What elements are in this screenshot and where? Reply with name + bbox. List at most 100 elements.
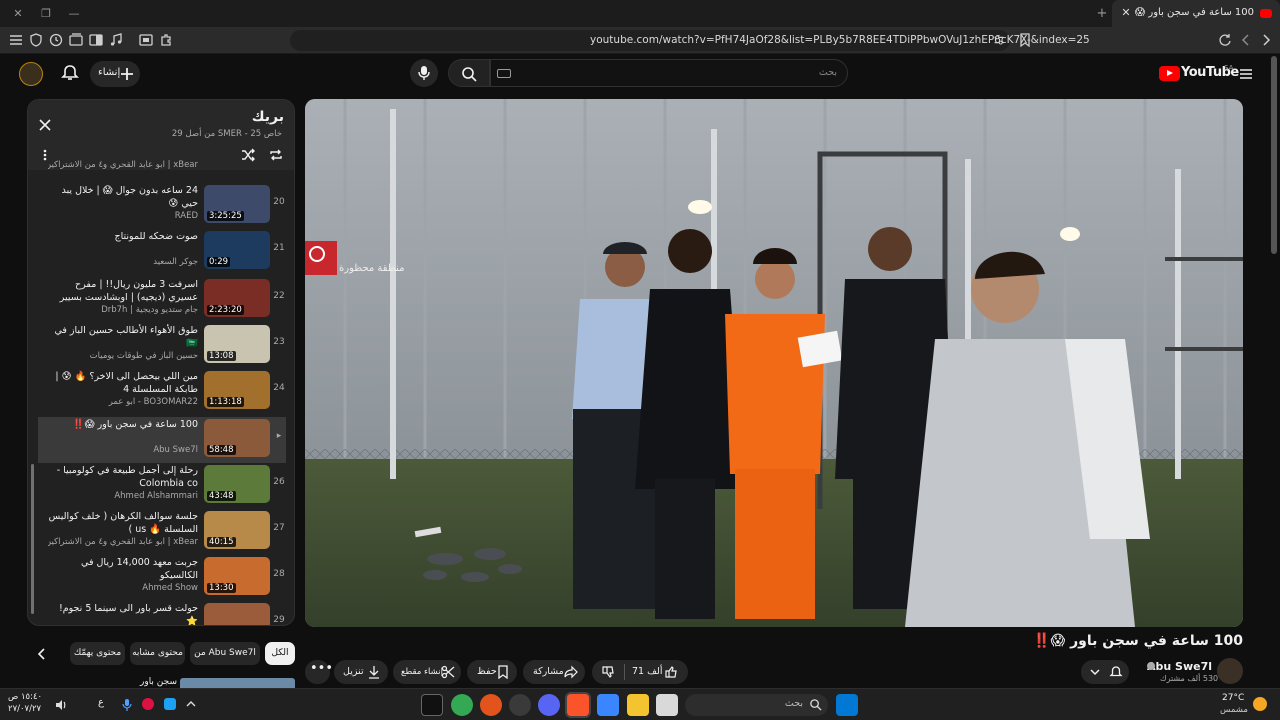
epic-games-icon[interactable] bbox=[421, 694, 443, 716]
playlist-item[interactable]: 21 0:29 صوت ضحكه للمونتاج جوكر السعيد bbox=[38, 229, 286, 275]
tabs-icon[interactable] bbox=[68, 32, 84, 48]
dislike-icon[interactable] bbox=[601, 665, 615, 679]
chip-all[interactable]: الكل bbox=[265, 642, 295, 665]
mic-tray-icon[interactable] bbox=[122, 698, 132, 712]
like-icon[interactable] bbox=[664, 665, 678, 679]
next-video-title[interactable]: سجن باور bbox=[140, 677, 177, 687]
address-bar-url[interactable]: youtube.com/watch?v=PfH74JaOf28&list=PLB… bbox=[590, 34, 1090, 46]
more-actions-button[interactable]: ••• bbox=[305, 660, 333, 684]
notifications-bell-icon[interactable] bbox=[60, 63, 80, 83]
sidebar-icon[interactable] bbox=[88, 32, 104, 48]
playlist-item[interactable]: ▸ 58:48 100 ساعة في سجن باور 😱‼️ Abu Swe7l bbox=[38, 417, 286, 463]
start-button-icon[interactable] bbox=[836, 694, 858, 716]
search-input[interactable]: بحث bbox=[490, 59, 848, 87]
close-tab-icon[interactable]: ✕ bbox=[1118, 5, 1134, 21]
volume-icon[interactable] bbox=[54, 698, 68, 712]
playlist-item-thumbnail[interactable]: 13:30 bbox=[204, 557, 270, 595]
chip-from-channel[interactable]: من Abu Swe7l bbox=[190, 642, 260, 665]
playlist-item-title[interactable]: اسرفت 3 مليون ريال!! | مفرح عسيري (ديجيه… bbox=[48, 278, 198, 305]
back-icon[interactable] bbox=[1238, 32, 1254, 48]
shield-icon[interactable] bbox=[28, 32, 44, 48]
voice-search-button[interactable] bbox=[410, 59, 438, 87]
create-button[interactable]: إنشاء bbox=[90, 61, 140, 87]
playlist-item-title[interactable]: حولت قسر باور الى سينما 5 نجوم!⭐ bbox=[48, 602, 198, 625]
playlist-item[interactable]: 27 40:15 جلسة سوالف الكرهان ( خلف كواليس ا… bbox=[38, 509, 286, 555]
refresh-icon[interactable] bbox=[1217, 32, 1233, 48]
tray-overflow-icon[interactable] bbox=[185, 698, 197, 710]
extensions-icon[interactable] bbox=[158, 32, 174, 48]
clock-date[interactable]: ٢٧/٠٧/٢٧ bbox=[8, 704, 41, 714]
playlist-title[interactable]: بريك bbox=[252, 109, 284, 125]
channel-name[interactable]: Abu Swe7l bbox=[1147, 660, 1212, 673]
playlist-item-thumbnail[interactable]: 34:45 bbox=[204, 603, 270, 625]
search-button[interactable] bbox=[448, 59, 490, 87]
close-playlist-icon[interactable] bbox=[38, 118, 52, 132]
weather-sun-icon[interactable] bbox=[1253, 697, 1267, 711]
playlist-item-title[interactable]: طوق الأهواء الأطالب حسين الباز في 🇸🇦 bbox=[48, 324, 198, 350]
playlist-item[interactable]: 24 1:13:18 مين اللي بيحصل الى الاخر؟ 🔥 😰 |… bbox=[38, 369, 286, 415]
discord-icon[interactable] bbox=[538, 694, 560, 716]
playlist-item-title[interactable]: جربت معهد 14,000 ريال في الكالسيكو bbox=[48, 556, 198, 582]
page-scrollbar[interactable] bbox=[1271, 56, 1277, 254]
avatar[interactable] bbox=[19, 62, 43, 86]
share-button[interactable]: مشاركة bbox=[523, 660, 585, 684]
playlist-item-thumbnail[interactable]: 3:25:25 bbox=[204, 185, 270, 223]
screenshot-icon[interactable] bbox=[138, 32, 154, 48]
bookmark-icon[interactable] bbox=[1017, 32, 1033, 48]
channel-avatar[interactable] bbox=[1217, 658, 1243, 684]
keyboard-icon[interactable] bbox=[497, 69, 511, 78]
chrome-icon[interactable] bbox=[451, 694, 473, 716]
file-explorer-icon[interactable] bbox=[627, 694, 649, 716]
playlist-item-thumbnail[interactable]: 58:48 bbox=[204, 419, 270, 457]
tray-app-icon-2[interactable] bbox=[164, 698, 176, 710]
playlist-item-title[interactable]: جلسة سوالف الكرهان ( خلف كواليس السلسلة … bbox=[48, 510, 198, 536]
new-tab-icon[interactable]: + bbox=[1094, 6, 1110, 22]
playlist-item-title[interactable]: مين اللي بيحصل الى الاخر؟ 🔥 😰 | طابكة ال… bbox=[48, 370, 198, 396]
chevron-left-icon[interactable] bbox=[34, 646, 50, 662]
github-icon[interactable] bbox=[509, 694, 531, 716]
task-view-icon[interactable] bbox=[656, 694, 678, 716]
brave-browser-icon[interactable] bbox=[567, 694, 589, 716]
minimize-window-button[interactable]: — bbox=[66, 6, 82, 22]
guide-menu-icon[interactable] bbox=[1238, 66, 1254, 82]
weather-temp[interactable]: 27°C bbox=[1222, 693, 1244, 703]
subscribed-button[interactable] bbox=[1081, 660, 1129, 684]
youtube-logo-icon[interactable] bbox=[1159, 66, 1180, 81]
playlist-item-thumbnail[interactable]: 43:48 bbox=[204, 465, 270, 503]
playlist-item-thumbnail[interactable]: 0:29 bbox=[204, 231, 270, 269]
clock-time[interactable]: ١٥:٤٠ ص bbox=[8, 692, 42, 702]
playlist-item[interactable]: 26 43:48 رحلة إلى أجمل طبيعة في كولومبيا -… bbox=[38, 463, 286, 509]
video-player[interactable]: منطقة محظورة bbox=[305, 99, 1243, 627]
clip-button[interactable]: إنشاء مقطع bbox=[393, 660, 461, 684]
firefox-icon[interactable] bbox=[480, 694, 502, 716]
store-icon[interactable] bbox=[597, 694, 619, 716]
playlist-item-title[interactable]: 100 ساعة في سجن باور 😱‼️ bbox=[48, 418, 198, 431]
browser-tab[interactable]: ✕ 100 ساعة في سجن باور 😱‼️ - ... bbox=[1112, 0, 1280, 27]
playlist-item-thumbnail[interactable]: 13:08 bbox=[204, 325, 270, 363]
playlist-item[interactable]: 22 2:23:20 اسرفت 3 مليون ريال!! | مفرح عسي… bbox=[38, 277, 286, 323]
next-video-thumbnail[interactable] bbox=[180, 678, 295, 688]
menu-icon[interactable] bbox=[8, 32, 24, 48]
playlist-item[interactable]: xBear | ابو عابد القحري و٤ من الاشتراكين bbox=[38, 159, 286, 175]
playlist-item-thumbnail[interactable]: 1:13:18 bbox=[204, 371, 270, 409]
save-button[interactable]: حفظ bbox=[467, 660, 517, 684]
playlist-item[interactable]: 28 13:30 جربت معهد 14,000 ريال في الكالسيك… bbox=[38, 555, 286, 601]
address-bar[interactable]: youtube.com/watch?v=PfH74JaOf28&list=PLB… bbox=[290, 30, 1090, 51]
music-icon[interactable] bbox=[108, 32, 124, 48]
chip-similar[interactable]: محتوى مشابه bbox=[130, 642, 185, 665]
taskbar-search[interactable]: بحث bbox=[685, 694, 828, 716]
playlist-item-thumbnail[interactable]: 2:23:20 bbox=[204, 279, 270, 317]
download-button[interactable]: تنزيل bbox=[334, 660, 388, 684]
playlist-item[interactable]: 23 13:08 طوق الأهواء الأطالب حسين الباز في… bbox=[38, 323, 286, 369]
tray-app-icon[interactable] bbox=[142, 698, 154, 710]
playlist-item-title[interactable]: 24 ساعه بدون جوال 😱 | خلال يبد حيي 😰 bbox=[48, 184, 198, 210]
playlist-item-thumbnail[interactable]: 40:15 bbox=[204, 511, 270, 549]
playlist-item-title[interactable]: صوت ضحكه للمونتاج bbox=[48, 230, 198, 243]
playlist-item-title[interactable]: رحلة إلى أجمل طبيعة في كولومبيا - Colomb… bbox=[48, 464, 198, 490]
playlist-item[interactable]: 20 3:25:25 24 ساعه بدون جوال 😱 | خلال يبد … bbox=[38, 183, 286, 229]
site-settings-icon[interactable] bbox=[992, 33, 1006, 47]
history-icon[interactable] bbox=[48, 32, 64, 48]
input-language[interactable]: ع bbox=[98, 697, 104, 708]
close-window-button[interactable]: ✕ bbox=[10, 6, 26, 22]
maximize-window-button[interactable]: ❐ bbox=[38, 6, 54, 22]
